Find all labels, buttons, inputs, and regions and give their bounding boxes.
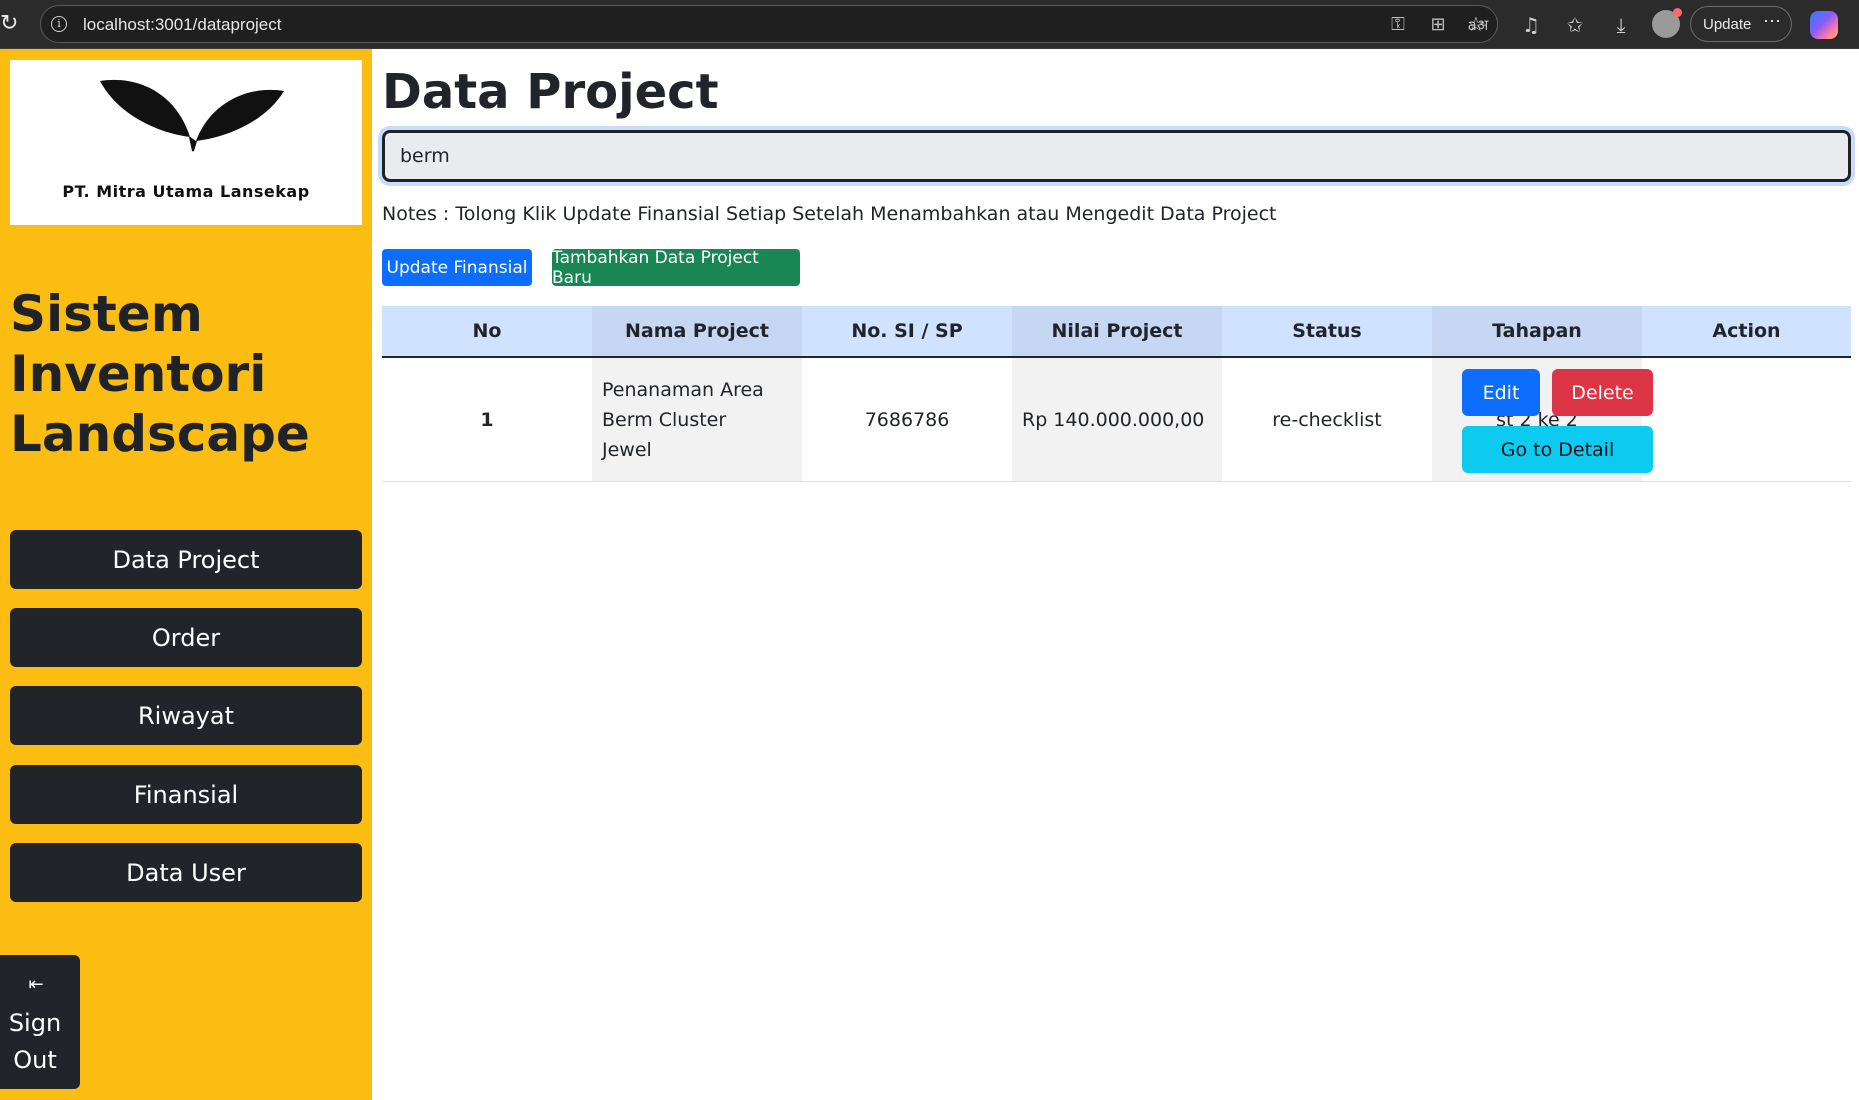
browser-toolbar: ↻ i localhost:3001/dataproject ⚿ ⊞ aअ ☆ …: [0, 0, 1859, 49]
nav-order[interactable]: Order: [10, 608, 362, 667]
copilot-icon[interactable]: [1810, 11, 1838, 39]
address-bar[interactable]: i localhost:3001/dataproject ⚿ ⊞ aअ: [40, 5, 1498, 43]
leaf-logo-icon: [100, 79, 284, 152]
header-action: Action: [1642, 306, 1851, 356]
edit-button[interactable]: Edit: [1462, 369, 1540, 416]
cell-no-si-sp: 7686786: [864, 408, 950, 431]
brand-title: Sistem Inventori Landscape: [10, 285, 310, 463]
logo-text: PT. Mitra Utama Lansekap: [62, 182, 310, 201]
key-icon[interactable]: ⚿: [1387, 14, 1409, 36]
delete-button[interactable]: Delete: [1552, 369, 1653, 416]
nav-data-user[interactable]: Data User: [10, 843, 362, 902]
nav-finansial[interactable]: Finansial: [10, 765, 362, 824]
browser-update-label: Update: [1703, 16, 1752, 33]
star-icon[interactable]: ☆: [1463, 11, 1489, 37]
reload-icon[interactable]: ↻: [0, 12, 22, 36]
main-content: Data Project Notes : Tolong Klik Update …: [372, 49, 1859, 1100]
browser-update-button[interactable]: Update ⋯: [1690, 6, 1792, 42]
header-nama-project: Nama Project: [592, 306, 802, 356]
music-icon[interactable]: ♫: [1518, 12, 1544, 38]
download-icon[interactable]: ⤓: [1608, 12, 1634, 38]
ellipsis-icon[interactable]: ⋯: [1763, 11, 1782, 32]
sign-out-button[interactable]: ⇤ Sign Out: [0, 955, 80, 1089]
page-title: Data Project: [382, 64, 719, 120]
info-icon[interactable]: i: [51, 16, 67, 32]
url-text[interactable]: localhost:3001/dataproject: [83, 15, 281, 35]
update-finansial-button[interactable]: Update Finansial: [382, 249, 532, 286]
header-status: Status: [1222, 306, 1432, 356]
sidebar: PT. Mitra Utama Lansekap Sistem Inventor…: [0, 49, 372, 1100]
cell-nama-project: Penanaman Area Berm Cluster Jewel: [592, 358, 802, 481]
search-input[interactable]: [382, 130, 1851, 182]
header-no-si-sp: No. SI / SP: [802, 306, 1012, 356]
cell-status: re-checklist: [1272, 408, 1382, 431]
header-nilai-project: Nilai Project: [1012, 306, 1222, 356]
sign-out-label: Sign Out: [8, 1009, 62, 1074]
nav-riwayat[interactable]: Riwayat: [10, 686, 362, 745]
go-to-detail-button[interactable]: Go to Detail: [1462, 426, 1653, 473]
header-tahapan: Tahapan: [1432, 306, 1642, 356]
table-row: 1 Penanaman Area Berm Cluster Jewel 7686…: [382, 358, 1851, 482]
sign-out-icon: ⇤: [28, 974, 44, 995]
table-header: No Nama Project No. SI / SP Nilai Projec…: [382, 306, 1851, 358]
nav-data-project[interactable]: Data Project: [10, 530, 362, 589]
profile-icon[interactable]: [1652, 8, 1682, 38]
cell-nilai-project: Rp 140.000.000,00: [1012, 358, 1222, 481]
header-no: No: [382, 306, 592, 356]
notes-text: Notes : Tolong Klik Update Finansial Set…: [382, 203, 1277, 225]
add-project-button[interactable]: Tambahkan Data Project Baru: [552, 248, 800, 288]
company-logo: PT. Mitra Utama Lansekap: [10, 60, 362, 225]
favorites-icon[interactable]: ✩: [1562, 12, 1588, 38]
cell-no: 1: [480, 408, 494, 431]
grid-icon[interactable]: ⊞: [1427, 14, 1449, 36]
